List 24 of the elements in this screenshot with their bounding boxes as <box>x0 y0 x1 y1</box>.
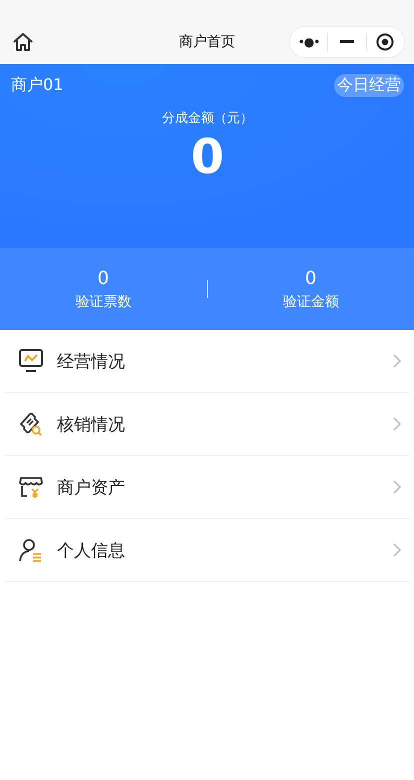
stat-label: 验证票数 <box>75 292 132 310</box>
ticket-search-icon <box>18 411 44 437</box>
stat-label: 验证金额 <box>282 292 339 310</box>
amount-value: 0 <box>190 133 226 181</box>
chevron-right-icon <box>393 354 401 368</box>
menu-item[interactable]: 核销情况 <box>5 393 409 456</box>
home-icon[interactable] <box>12 32 34 52</box>
more-button[interactable]: •●• <box>290 35 328 49</box>
merchant-name: 商户01 <box>11 75 64 96</box>
menu-item[interactable]: 商户资产 <box>5 456 409 519</box>
monitor-chart-icon <box>18 348 44 374</box>
close-icon[interactable] <box>376 33 394 51</box>
menu-item[interactable]: 经营情况 <box>5 330 409 393</box>
chevron-right-icon <box>393 480 401 494</box>
stat-value: 0 <box>305 268 316 288</box>
minimize-icon[interactable] <box>340 40 354 44</box>
chevron-right-icon <box>393 417 401 431</box>
amount-label: 分成金额（元） <box>161 110 254 127</box>
person-list-icon <box>18 537 44 563</box>
chevron-right-icon <box>393 543 401 557</box>
menu-item[interactable]: 个人信息 <box>5 519 409 582</box>
shop-yuan-icon <box>18 474 44 500</box>
page-title: 商户首页 <box>179 33 235 51</box>
stat-value: 0 <box>98 268 109 288</box>
